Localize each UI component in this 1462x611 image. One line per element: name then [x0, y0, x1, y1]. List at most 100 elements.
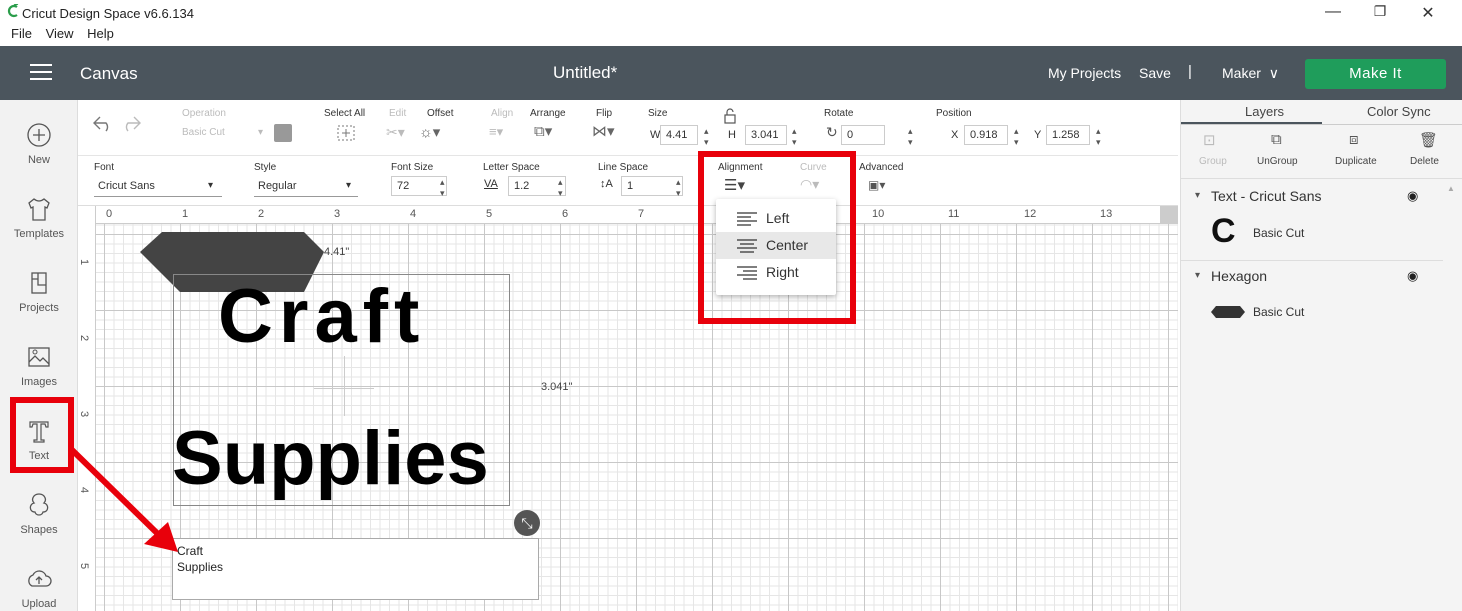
- advanced-icon[interactable]: ▣▾: [868, 178, 885, 192]
- x-label: X: [951, 129, 959, 141]
- height-field[interactable]: 3.041: [745, 125, 787, 145]
- font-underline: [94, 196, 222, 197]
- select-all-icon[interactable]: [336, 124, 356, 142]
- y-position-field[interactable]: 1.258: [1046, 125, 1090, 145]
- restore-button[interactable]: ❐: [1365, 3, 1395, 20]
- project-title: Untitled*: [553, 63, 618, 82]
- width-label: W: [650, 129, 661, 141]
- chevron-down-icon: ∨: [1268, 65, 1279, 81]
- arrange-label: Arrange: [530, 108, 566, 119]
- upload-label: Upload: [21, 598, 57, 610]
- scissors-icon: ✂▾: [386, 124, 405, 140]
- templates-label: Templates: [13, 228, 65, 240]
- layer-group-hexagon[interactable]: Hexagon: [1211, 268, 1267, 284]
- shapes-icon: [29, 493, 49, 516]
- font-size-stepper[interactable]: ▴ ▾: [440, 177, 445, 199]
- duplicate-icon[interactable]: ⧈: [1349, 131, 1359, 148]
- line-space-stepper[interactable]: ▴ ▾: [676, 177, 681, 199]
- layer-group-text[interactable]: Text - Cricut Sans: [1211, 188, 1321, 204]
- tab-layers[interactable]: Layers: [1245, 104, 1284, 119]
- header-separator: |: [1188, 63, 1192, 80]
- operation-label: Operation: [182, 108, 226, 119]
- visibility-eye-icon[interactable]: ◉: [1407, 268, 1418, 284]
- ruler-corner: [1160, 206, 1178, 224]
- new-button[interactable]: New: [0, 120, 78, 166]
- ruler-tick: 1: [182, 208, 189, 220]
- undo-icon[interactable]: [92, 114, 114, 132]
- delete-button[interactable]: Delete: [1410, 156, 1439, 167]
- ungroup-button[interactable]: UnGroup: [1257, 156, 1298, 167]
- tab-color-sync[interactable]: Color Sync: [1367, 104, 1431, 119]
- hamburger-menu-icon[interactable]: [30, 64, 52, 82]
- lock-icon[interactable]: [723, 108, 737, 124]
- rotate-field[interactable]: 0: [841, 125, 885, 145]
- line-space-label: Line Space: [598, 162, 649, 173]
- text-layer-name[interactable]: Basic Cut: [1253, 226, 1304, 240]
- ruler-tick: 2: [258, 208, 265, 220]
- minimize-button[interactable]: —: [1318, 3, 1348, 21]
- ruler-tick: 2: [78, 334, 91, 342]
- text-edit-box[interactable]: Craft Supplies: [172, 538, 539, 600]
- advanced-label: Advanced: [859, 162, 904, 173]
- canvas-text-line2: Supplies: [172, 416, 489, 501]
- collapse-arrow-icon[interactable]: ▾: [1195, 190, 1200, 201]
- x-position-field[interactable]: 0.918: [964, 125, 1008, 145]
- align-icon: ≡▾: [489, 124, 504, 139]
- tab-divider: [1181, 124, 1462, 125]
- menu-view[interactable]: View: [46, 26, 74, 41]
- width-dimension: 4.41": [324, 246, 350, 258]
- width-field[interactable]: 4.41: [660, 125, 698, 145]
- duplicate-button[interactable]: Duplicate: [1335, 156, 1377, 167]
- text-layer-thumbnail: C: [1211, 212, 1236, 250]
- scrollbar-up-icon[interactable]: ▲: [1447, 184, 1455, 193]
- y-stepper[interactable]: ▴ ▾: [1096, 126, 1101, 148]
- letter-space-stepper[interactable]: ▴ ▾: [558, 177, 563, 199]
- visibility-eye-icon[interactable]: ◉: [1407, 188, 1418, 204]
- shirt-icon: [28, 198, 50, 221]
- color-swatch[interactable]: [274, 124, 292, 142]
- resize-handle-icon[interactable]: ⤡: [514, 510, 540, 536]
- y-label: Y: [1034, 129, 1042, 141]
- panel-divider: [1181, 260, 1443, 261]
- position-label: Position: [936, 108, 972, 119]
- menu-help[interactable]: Help: [87, 26, 114, 41]
- make-it-button[interactable]: Make It: [1305, 59, 1446, 89]
- style-underline: [254, 196, 358, 197]
- my-projects-link[interactable]: My Projects: [1048, 65, 1121, 81]
- ungroup-icon[interactable]: ⧉: [1271, 131, 1282, 148]
- close-button[interactable]: ✕: [1413, 3, 1443, 23]
- trash-icon[interactable]: 🗑: [1419, 131, 1438, 149]
- redo-icon[interactable]: [120, 114, 142, 132]
- projects-button[interactable]: Projects: [0, 268, 78, 314]
- save-link[interactable]: Save: [1139, 65, 1171, 81]
- hexagon-layer-name[interactable]: Basic Cut: [1253, 305, 1304, 319]
- style-select[interactable]: Regular: [258, 180, 297, 192]
- operation-select[interactable]: Basic Cut: [182, 127, 225, 138]
- flip-icon[interactable]: ⋈▾: [592, 122, 615, 140]
- menu-file[interactable]: File: [11, 26, 32, 41]
- title-bar: Cricut Design Space v6.6.134 — ❐ ✕: [0, 0, 1462, 28]
- text-toolbar: Font Cricut Sans ▾ Style Regular ▾ Font …: [78, 156, 1178, 206]
- images-button[interactable]: Images: [0, 342, 78, 388]
- templates-button[interactable]: Templates: [0, 194, 78, 240]
- rotate-stepper[interactable]: ▴ ▾: [908, 126, 913, 148]
- width-stepper[interactable]: ▴ ▾: [704, 126, 709, 148]
- ruler-tick: 1: [78, 258, 91, 266]
- machine-selector[interactable]: Maker ∨: [1222, 65, 1279, 82]
- machine-label: Maker: [1222, 65, 1261, 81]
- rotate-label: Rotate: [824, 108, 854, 119]
- arrange-icon[interactable]: ⧉▾: [534, 122, 552, 140]
- offset-icon[interactable]: ☼▾: [419, 123, 440, 141]
- font-size-field[interactable]: 72: [391, 176, 447, 196]
- font-select[interactable]: Cricut Sans: [98, 180, 155, 192]
- projects-label: Projects: [19, 302, 59, 314]
- x-stepper[interactable]: ▴ ▾: [1014, 126, 1019, 148]
- new-label: New: [27, 154, 50, 166]
- upload-button[interactable]: Upload: [0, 564, 78, 610]
- letter-space-label: Letter Space: [483, 162, 540, 173]
- height-stepper[interactable]: ▴ ▾: [792, 126, 797, 148]
- collapse-arrow-icon[interactable]: ▾: [1195, 270, 1200, 281]
- section-title: Canvas: [80, 64, 138, 83]
- ruler-tick: 13: [1100, 208, 1113, 220]
- line-space-field[interactable]: 1: [621, 176, 683, 196]
